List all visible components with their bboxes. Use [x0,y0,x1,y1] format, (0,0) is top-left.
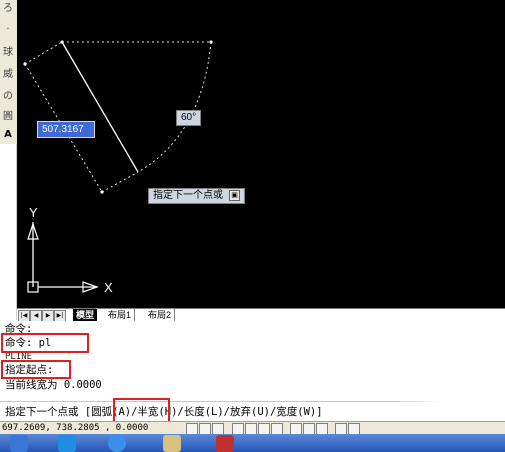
highlight-box-startpoint [1,360,71,379]
palette-tool-2[interactable]: . [1,18,15,36]
ucs-y-label: Y [29,205,38,220]
dynamic-length-input[interactable]: 507.3167 [37,121,95,138]
tool-palette: ろ . 球 威 の 圓 A [0,0,18,144]
drawing-canvas[interactable]: Y X 507.3167 60° 指定下一个点或 ▣ [17,0,505,308]
palette-tool-5[interactable]: の [1,88,15,106]
palette-tool-text[interactable]: A [1,126,15,144]
status-bar: 697.2609, 738.2805 , 0.0000 [0,421,505,435]
polyline-segment [61,41,139,173]
vertex-marker [209,40,213,44]
highlight-box-arc-option [113,398,170,423]
highlight-box-command [1,333,89,353]
palette-tool-1[interactable]: ろ [1,0,15,18]
start-icon[interactable] [10,435,28,452]
history-line: 当前线宽为 0.0000 [5,379,102,391]
os-taskbar [0,434,505,452]
vertex-marker [23,62,27,66]
extension-line [24,41,63,65]
autocad-icon[interactable] [216,435,234,452]
palette-tool-6[interactable]: 圓 [1,108,15,126]
layout-tab-bar: |◀ ◀ ▶ ▶| 模型 布局1 布局2 [17,308,505,322]
chrome-icon[interactable] [108,435,126,452]
dim-line [101,171,139,193]
palette-tool-3[interactable]: 球 [1,44,15,62]
ucs-icon: Y X [27,205,113,295]
dynamic-prompt-tooltip: 指定下一个点或 ▣ [148,188,245,204]
angle-arc [137,41,212,173]
options-arrow-icon[interactable]: ▣ [229,190,240,201]
tab-layout2[interactable]: 布局2 [145,309,176,321]
ucs-x-label: X [104,280,113,295]
drawing-svg: Y X [23,40,213,295]
dynamic-prompt-text: 指定下一个点或 [153,190,223,201]
browser-icon[interactable] [58,435,76,452]
palette-strip [0,144,17,320]
tab-layout1[interactable]: 布局1 [105,309,136,321]
vertex-marker [100,190,104,194]
tab-model[interactable]: 模型 [73,309,98,321]
vertex-marker [60,40,64,44]
dynamic-angle-input[interactable]: 60° [176,110,202,126]
palette-tool-4[interactable]: 威 [1,66,15,84]
folder-icon[interactable] [163,435,181,452]
